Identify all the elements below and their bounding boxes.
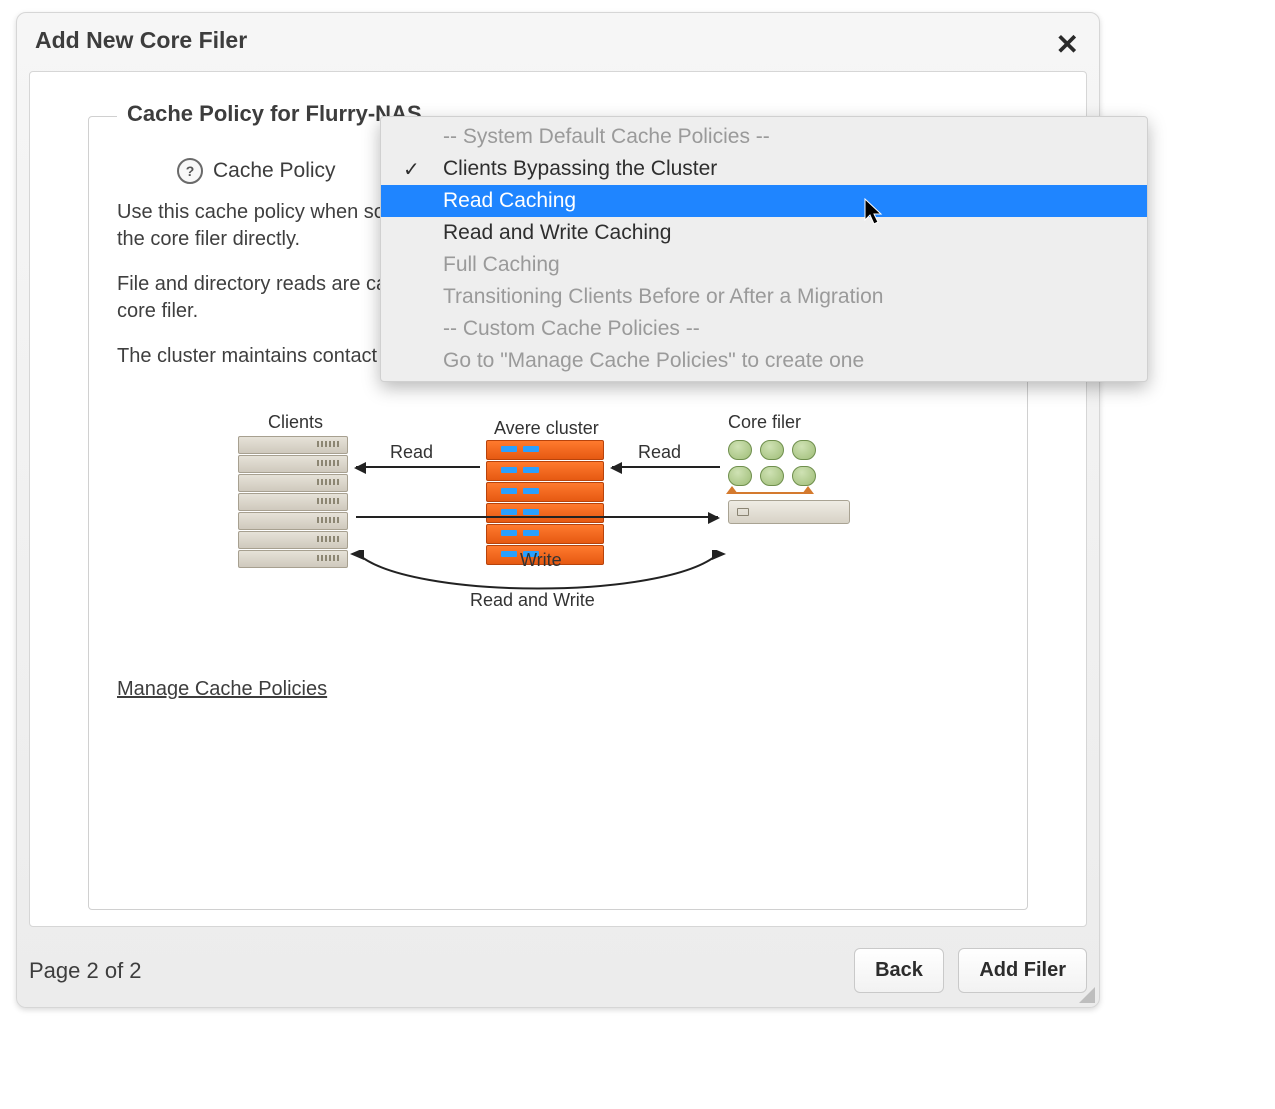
help-icon[interactable]: ? bbox=[177, 158, 203, 184]
diagram-arrow-read-2 bbox=[612, 466, 720, 468]
dropdown-option-read-caching[interactable]: Read Caching bbox=[381, 185, 1147, 217]
dropdown-option-bypass[interactable]: ✓ Clients Bypassing the Cluster bbox=[381, 153, 1147, 185]
dialog-title: Add New Core Filer bbox=[17, 13, 1099, 66]
dropdown-header-system: -- System Default Cache Policies -- bbox=[381, 121, 1147, 153]
cache-policy-diagram: Clients Avere cluster Core filer bbox=[238, 410, 878, 640]
diagram-readwrite-label: Read and Write bbox=[470, 588, 595, 612]
diagram-clients-label: Clients bbox=[268, 410, 323, 434]
diagram-read-label-2: Read bbox=[638, 440, 681, 464]
diagram-arrow-write bbox=[356, 516, 718, 518]
dropdown-option-label: Clients Bypassing the Cluster bbox=[443, 157, 717, 180]
diagram-corefiler-icon bbox=[728, 440, 850, 524]
diagram-read-label-1: Read bbox=[390, 440, 433, 464]
dropdown-header-custom: -- Custom Cache Policies -- bbox=[381, 313, 1147, 345]
cache-policy-dropdown[interactable]: -- System Default Cache Policies -- ✓ Cl… bbox=[380, 116, 1148, 382]
page-indicator: Page 2 of 2 bbox=[29, 958, 142, 984]
diagram-cluster-label: Avere cluster bbox=[494, 416, 599, 440]
close-icon[interactable]: ✕ bbox=[1056, 31, 1079, 59]
diagram-arrow-read-1 bbox=[356, 466, 480, 468]
dropdown-option-read-write-caching[interactable]: Read and Write Caching bbox=[381, 217, 1147, 249]
resize-grip-icon[interactable] bbox=[1079, 987, 1095, 1003]
dropdown-option-transitioning: Transitioning Clients Before or After a … bbox=[381, 281, 1147, 313]
cache-policy-label: Cache Policy bbox=[213, 157, 336, 185]
diagram-clients-icon bbox=[238, 436, 348, 569]
manage-cache-policies-link[interactable]: Manage Cache Policies bbox=[117, 676, 327, 703]
dropdown-option-full-caching: Full Caching bbox=[381, 249, 1147, 281]
mouse-cursor-icon bbox=[864, 198, 884, 226]
diagram-corefiler-label: Core filer bbox=[728, 410, 801, 434]
dropdown-option-goto-manage: Go to "Manage Cache Policies" to create … bbox=[381, 345, 1147, 377]
back-button[interactable]: Back bbox=[854, 948, 944, 993]
checkmark-icon: ✓ bbox=[403, 157, 420, 182]
add-filer-button[interactable]: Add Filer bbox=[958, 948, 1087, 993]
